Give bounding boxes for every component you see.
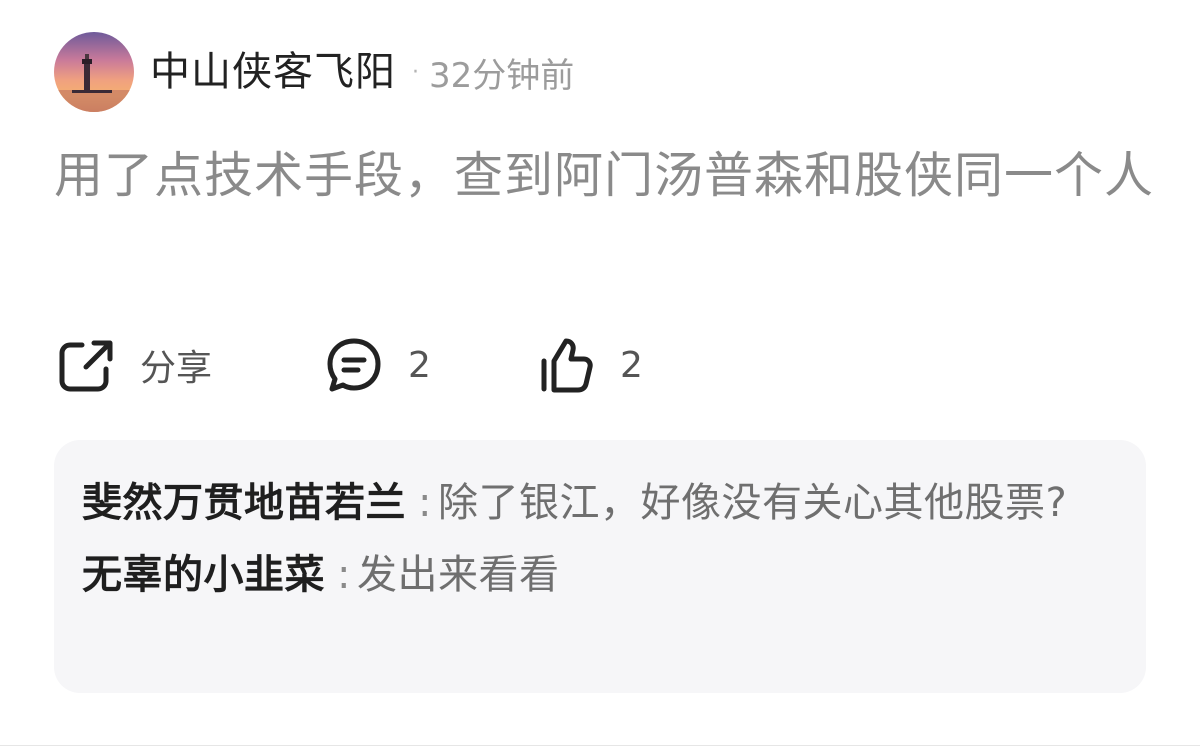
thumbs-up-icon [541,338,593,393]
comment-preview-box[interactable]: 斐然万贯地苗若兰: 除了银江，好像没有关心其他股票? 无辜的小韭菜: 发出来看看 [54,440,1146,693]
post-card: 中山侠客飞阳 · 32分钟前 用了点技术手段，查到阿门汤普森和股侠同一个人 分享… [0,0,1200,749]
lighthouse-sunset-icon [54,32,134,112]
share-label: 分享 [140,348,213,389]
post-content[interactable]: 用了点技术手段，查到阿门汤普森和股侠同一个人 [54,134,1154,218]
comment-author[interactable]: 无辜的小韭菜 [82,552,325,598]
avatar[interactable] [54,32,134,112]
share-button[interactable]: 分享 [54,330,212,400]
separator-dot: · [412,59,419,85]
like-count: 2 [620,344,643,386]
divider [0,745,1200,746]
like-button[interactable]: 2 [534,330,643,400]
share-icon [59,340,113,392]
post-header: 中山侠客飞阳 · 32分钟前 [54,32,574,112]
username[interactable]: 中山侠客飞阳 [150,32,396,112]
comment-text: 发出来看看 [356,552,560,598]
comment-item[interactable]: 斐然万贯地苗若兰: 除了银江，好像没有关心其他股票? [82,470,1118,536]
action-bar: 分享 2 2 [54,330,754,400]
comment-item[interactable]: 无辜的小韭菜: 发出来看看 [82,542,1118,608]
comment-separator: : [337,552,351,598]
comment-separator: : [418,480,432,526]
comment-icon [327,338,381,392]
comment-text: 除了银江，好像没有关心其他股票? [437,480,1068,526]
comment-count: 2 [408,344,431,386]
post-time: 32分钟前 [429,55,575,96]
comment-author[interactable]: 斐然万贯地苗若兰 [82,480,406,526]
comment-button[interactable]: 2 [322,330,431,400]
